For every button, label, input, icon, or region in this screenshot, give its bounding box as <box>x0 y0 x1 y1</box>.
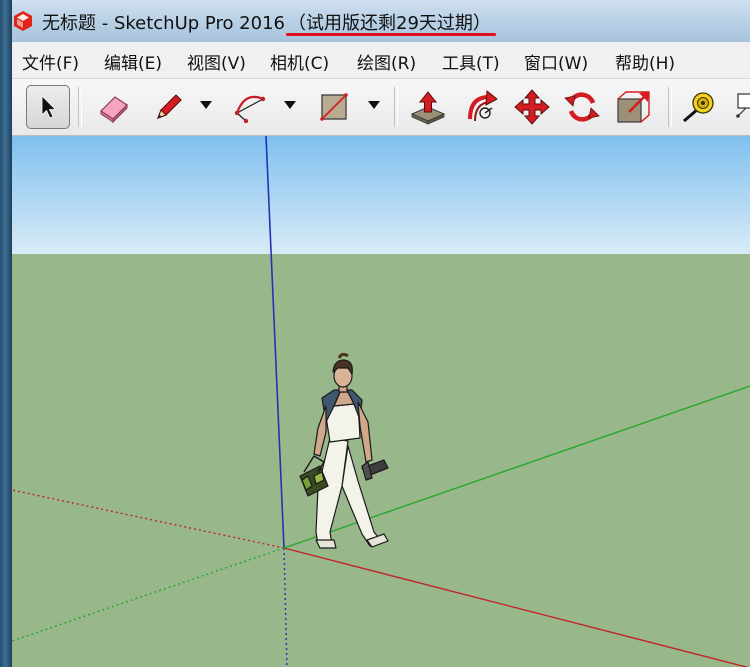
dropdown-arrow-icon <box>368 101 380 109</box>
rectangle-icon <box>320 93 348 121</box>
dropdown-arrow-icon <box>284 101 296 109</box>
arrow-cursor-icon <box>41 95 57 119</box>
menu-window[interactable]: 窗口(W) <box>524 49 588 74</box>
eraser-icon <box>100 96 128 124</box>
scale-tool-button[interactable] <box>612 85 656 129</box>
menu-tools[interactable]: 工具(T) <box>442 49 500 74</box>
title-bar[interactable]: 无标题 - SketchUp Pro 2016 （试用版还剩29天过期） <box>0 0 750 42</box>
line-tool-button[interactable] <box>146 85 190 129</box>
follow-me-icon <box>468 90 498 122</box>
menu-draw[interactable]: 绘图(R) <box>357 49 416 74</box>
arc-dropdown[interactable] <box>282 95 298 115</box>
push-pull-tool-button[interactable] <box>406 85 450 129</box>
text-tool-icon <box>736 93 750 118</box>
drawing-area[interactable] <box>12 136 750 667</box>
select-tool-button[interactable] <box>26 85 70 129</box>
scale-icon <box>617 91 650 123</box>
tape-measure-icon <box>683 92 714 123</box>
menu-camera[interactable]: 相机(C) <box>270 49 329 74</box>
follow-me-tool-button[interactable] <box>460 85 504 129</box>
tape-measure-tool-button[interactable] <box>676 85 720 129</box>
dropdown-arrow-icon <box>200 101 212 109</box>
rotate-tool-button[interactable] <box>560 85 604 129</box>
pencil-icon <box>157 94 182 119</box>
eraser-tool-button[interactable] <box>92 85 136 129</box>
toolbar-separator <box>394 87 398 127</box>
menu-help[interactable]: 帮助(H) <box>615 49 675 74</box>
move-arrows-icon <box>514 89 550 125</box>
rectangle-dropdown[interactable] <box>366 95 382 115</box>
sketchup-window: 无标题 - SketchUp Pro 2016 （试用版还剩29天过期） 文件(… <box>0 0 750 667</box>
sketchup-app-icon <box>14 11 32 31</box>
arc-icon <box>234 95 266 124</box>
menu-file[interactable]: 文件(F) <box>22 49 79 74</box>
sky <box>12 136 750 254</box>
scene-canvas[interactable] <box>12 136 750 667</box>
menu-bar: 文件(F) 编辑(E) 视图(V) 相机(C) 绘图(R) 工具(T) 窗口(W… <box>12 42 750 79</box>
toolbar-separator <box>78 87 82 127</box>
text-tool-button[interactable] <box>730 85 750 129</box>
menu-view[interactable]: 视图(V) <box>187 49 246 74</box>
toolbar-separator <box>668 87 672 127</box>
rotate-icon <box>564 92 600 122</box>
rectangle-tool-button[interactable] <box>312 85 356 129</box>
line-dropdown[interactable] <box>198 95 214 115</box>
window-left-border <box>0 0 12 667</box>
trial-notice-underline <box>286 33 496 36</box>
menu-edit[interactable]: 编辑(E) <box>104 49 162 74</box>
main-toolbar <box>12 79 750 136</box>
trial-notice: （试用版还剩29天过期） <box>288 13 491 34</box>
move-tool-button[interactable] <box>510 85 554 129</box>
arc-tool-button[interactable] <box>228 85 272 129</box>
window-title: 无标题 - SketchUp Pro 2016 <box>42 13 285 34</box>
push-pull-icon <box>410 91 446 125</box>
